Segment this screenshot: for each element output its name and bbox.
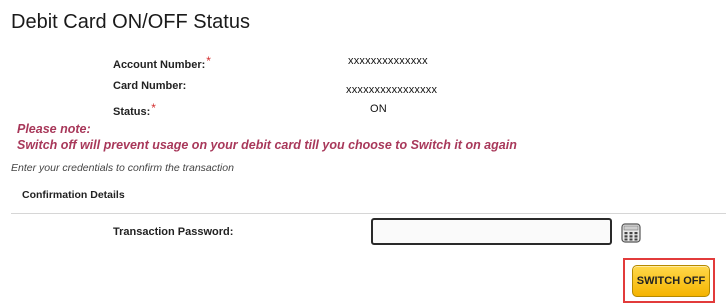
confirmation-details-heading: Confirmation Details xyxy=(22,189,125,201)
please-note-block: Please note: Switch off will prevent usa… xyxy=(17,121,517,153)
debit-card-status-page: Debit Card ON/OFF Status Account Number:… xyxy=(0,0,726,307)
note-heading: Please note: xyxy=(17,122,91,136)
note-message: Switch off will prevent usage on your de… xyxy=(17,138,517,152)
required-marker: * xyxy=(206,54,211,68)
account-number-label: Account Number:* xyxy=(113,54,211,71)
section-divider xyxy=(11,213,726,214)
switch-off-button[interactable]: SWITCH OFF xyxy=(632,265,710,297)
status-value: ON xyxy=(370,103,387,115)
card-number-label: Card Number: xyxy=(113,80,186,92)
account-number-label-text: Account Number: xyxy=(113,59,206,71)
required-marker: * xyxy=(151,101,156,115)
card-number-value: xxxxxxxxxxxxxxxx xyxy=(346,84,438,96)
status-label-text: Status: xyxy=(113,106,151,118)
account-number-value: xxxxxxxxxxxxxx xyxy=(348,55,428,67)
page-title: Debit Card ON/OFF Status xyxy=(11,11,250,33)
status-label: Status:* xyxy=(113,101,156,118)
transaction-password-input[interactable] xyxy=(371,218,612,245)
transaction-password-label: Transaction Password: xyxy=(113,226,234,238)
confirm-instruction: Enter your credentials to confirm the tr… xyxy=(11,162,234,174)
card-number-label-text: Card Number: xyxy=(113,80,187,92)
virtual-keypad-icon[interactable] xyxy=(621,223,641,243)
